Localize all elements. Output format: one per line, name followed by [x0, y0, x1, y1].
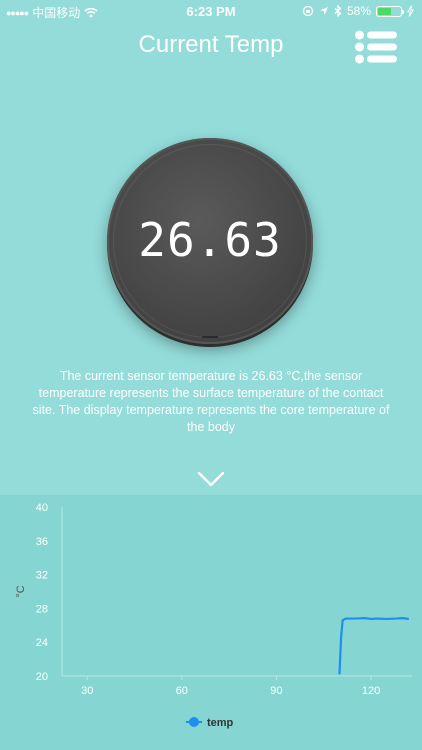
x-tick-label: 120: [362, 685, 380, 697]
location-icon: [319, 7, 328, 15]
y-tick-label: 36: [36, 536, 48, 548]
y-axis-label: °C: [15, 585, 27, 597]
expand-button[interactable]: [197, 470, 225, 488]
y-tick-label: 28: [36, 603, 48, 615]
status-right: 58%: [302, 4, 414, 18]
thermometer-display: 26.63: [107, 138, 313, 344]
legend-label: temp: [207, 717, 234, 729]
temperature-value: 26.63: [138, 213, 282, 267]
battery-icon: [376, 5, 404, 17]
temperature-chart: 20 24 28 32 36 40 30 60 90 120 °C temp: [15, 502, 412, 729]
x-tick-label: 30: [81, 685, 93, 697]
menu-list-icon: [355, 30, 397, 64]
y-tick-label: 24: [36, 637, 48, 649]
status-bar: ●●●●● 中国移动 6:23 PM 58%: [0, 0, 422, 22]
temperature-chart-panel: 20 24 28 32 36 40 30 60 90 120 °C temp: [0, 495, 422, 750]
bluetooth-icon: [334, 5, 342, 17]
y-tick-label: 32: [36, 570, 48, 582]
battery-fill: [378, 7, 391, 15]
y-tick-label: 20: [36, 671, 48, 683]
temperature-description: The current sensor temperature is 26.63 …: [32, 369, 390, 434]
charging-icon: [407, 5, 414, 17]
chevron-down-icon: [197, 471, 225, 487]
x-tick-label: 90: [270, 685, 282, 697]
battery-percent: 58%: [346, 4, 371, 18]
rotation-lock-icon: [302, 5, 314, 17]
legend-swatch-marker: [189, 717, 199, 727]
menu-button[interactable]: [354, 30, 398, 64]
y-tick-label: 40: [36, 502, 48, 514]
display-notch: [202, 336, 218, 338]
x-tick-label: 60: [176, 685, 188, 697]
series-line-temp: [338, 617, 409, 675]
